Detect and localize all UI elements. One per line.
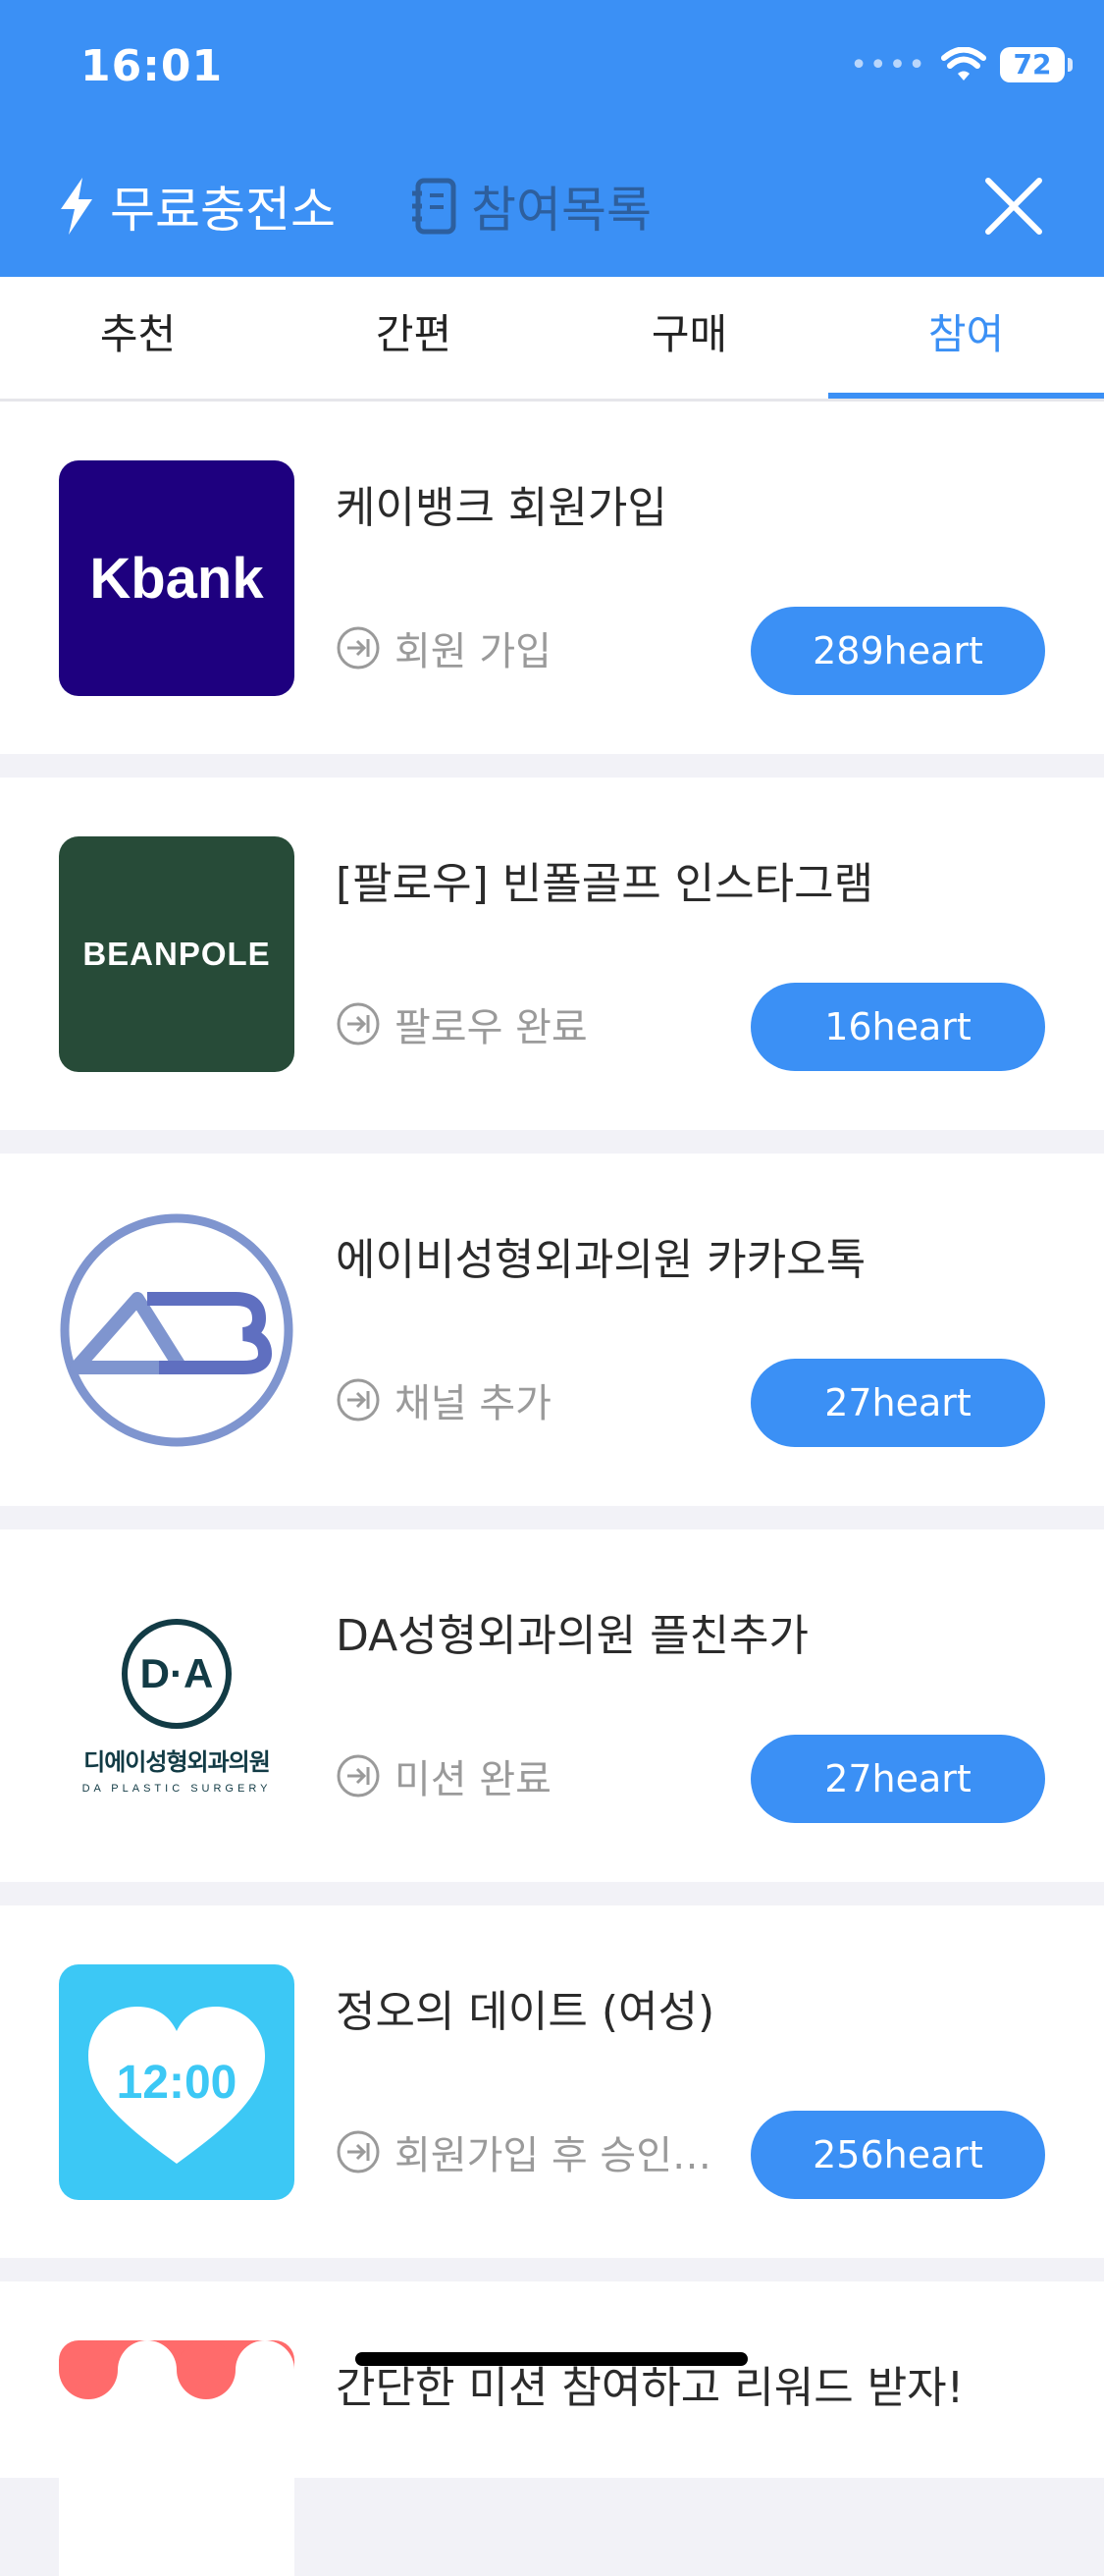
item-title: 케이뱅크 회원가입 [336, 483, 667, 533]
list-item[interactable]: D·A 디에이성형외과의원 DA PLASTIC SURGERY DA성형외과의… [0, 1530, 1104, 1882]
reward-button[interactable]: 256heart [751, 2111, 1045, 2199]
list-item[interactable]: 12:00 정오의 데이트 (여성) 회원가입 후 승인… 256heart [0, 1905, 1104, 2258]
ab-clinic-logo [59, 1212, 294, 1448]
list-item[interactable]: 간단한 미션 참여하고 리워드 받자! [0, 2281, 1104, 2576]
da-logo-korean: 디에이성형외과의원 [83, 1747, 271, 1776]
enter-icon [337, 1378, 380, 1422]
beanpole-logo: BEANPOLE [59, 836, 294, 1072]
category-tabs: 추천 간편 구매 참여 [0, 277, 1104, 402]
item-action: 회원 가입 [336, 623, 552, 674]
item-action-label: 회원가입 후 승인… [394, 2133, 712, 2178]
participation-list-label: 참여목록 [471, 182, 652, 239]
participation-list-tab[interactable]: 참여목록 [410, 167, 652, 245]
awning-icon [59, 2340, 294, 2399]
list-item[interactable]: 에이비성형외과의원 카카오톡 채널 추가 27heart [0, 1154, 1104, 1506]
item-action: 채널 추가 [336, 1375, 552, 1426]
item-action: 팔로우 완료 [336, 999, 588, 1050]
item-action-label: 채널 추가 [394, 1381, 552, 1426]
offer-list: Kbank 케이뱅크 회원가입 회원 가입 289heart BEANPOLE … [0, 402, 1104, 2576]
da-clinic-logo: D·A 디에이성형외과의원 DA PLASTIC SURGERY [59, 1588, 294, 1824]
list-item[interactable]: Kbank 케이뱅크 회원가입 회원 가입 289heart [0, 402, 1104, 754]
status-time: 16:01 [80, 41, 224, 91]
item-title: [팔로우] 빈폴골프 인스타그램 [336, 859, 874, 909]
awning-logo [59, 2340, 294, 2576]
close-icon[interactable] [982, 175, 1045, 238]
noon-date-logo: 12:00 [59, 1964, 294, 2200]
item-title: 에이비성형외과의원 카카오톡 [336, 1235, 867, 1285]
item-action: 회원가입 후 승인… [336, 2127, 711, 2178]
tab-purchase[interactable]: 구매 [552, 277, 827, 399]
reward-button[interactable]: 27heart [751, 1359, 1045, 1447]
item-title: DA성형외과의원 플친추가 [336, 1611, 809, 1661]
free-charge-tab[interactable]: 무료충전소 [57, 167, 336, 245]
ab-logo-mark [60, 1213, 293, 1447]
item-action-label: 팔로우 완료 [394, 1005, 588, 1050]
beanpole-logo-text: BEANPOLE [82, 936, 271, 972]
wifi-icon [941, 47, 986, 80]
reward-button[interactable]: 27heart [751, 1735, 1045, 1823]
active-tab-indicator [828, 393, 1104, 399]
item-action-label: 회원 가입 [394, 629, 552, 674]
tab-participation[interactable]: 참여 [828, 277, 1104, 399]
item-title: 정오의 데이트 (여성) [336, 1987, 715, 2037]
item-action-label: 미션 완료 [394, 1757, 552, 1802]
enter-icon [337, 1754, 380, 1798]
list-item[interactable]: BEANPOLE [팔로우] 빈폴골프 인스타그램 팔로우 완료 16heart [0, 778, 1104, 1130]
da-logo-text: D·A [139, 1649, 214, 1696]
noon-logo-text: 12:00 [116, 2056, 237, 2109]
status-icons: •••• 72 [850, 45, 1073, 84]
notebook-icon [412, 178, 456, 235]
tab-recommend[interactable]: 추천 [0, 277, 276, 399]
kbank-logo-text: Kbank [89, 546, 264, 611]
da-logo-english: DA PLASTIC SURGERY [81, 1782, 272, 1795]
signal-icon: •••• [850, 47, 927, 82]
lightning-icon [61, 178, 92, 235]
enter-icon [337, 626, 380, 670]
free-charge-label: 무료충전소 [110, 182, 336, 239]
reward-button[interactable]: 16heart [751, 983, 1045, 1071]
enter-icon [337, 1002, 380, 1046]
kbank-logo: Kbank [59, 460, 294, 696]
enter-icon [337, 2130, 380, 2174]
battery-icon: 72 [1000, 47, 1073, 82]
tab-simple[interactable]: 간편 [276, 277, 552, 399]
reward-button[interactable]: 289heart [751, 607, 1045, 695]
da-logo-circle: D·A [122, 1618, 232, 1729]
home-indicator [355, 2352, 748, 2366]
app-header: 16:01 •••• 72 무료충전소 참여목록 [0, 0, 1104, 277]
item-action: 미션 완료 [336, 1751, 552, 1802]
